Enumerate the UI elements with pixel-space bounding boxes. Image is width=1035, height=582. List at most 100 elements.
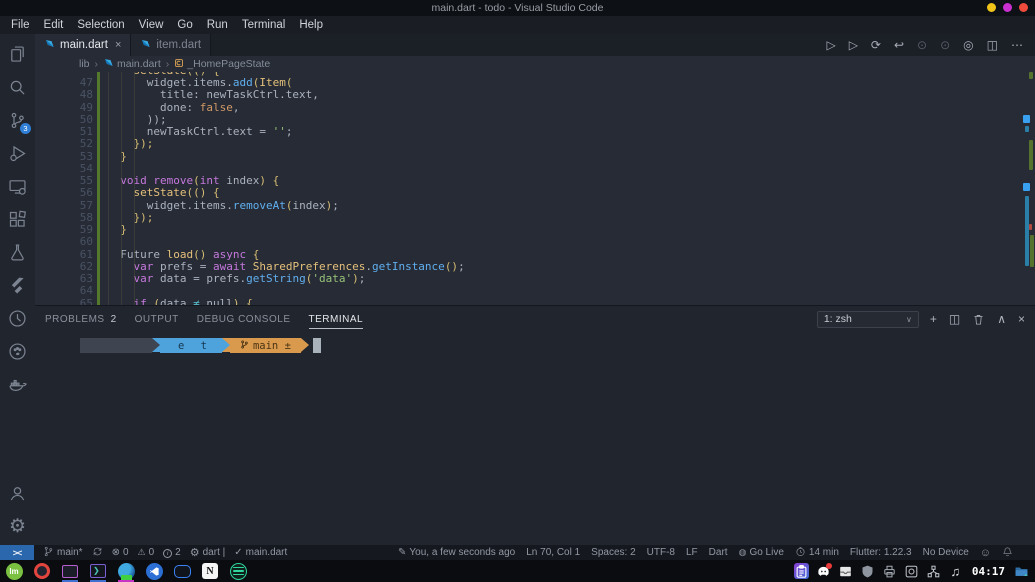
new-terminal-button[interactable]: + [930, 312, 937, 326]
mail-tray-icon[interactable] [837, 563, 854, 580]
feedback-button[interactable]: ☺ [980, 547, 991, 559]
code-editor[interactable]: setState(() {47 widget.items.add(Item(48… [35, 72, 1035, 305]
close-tab-icon[interactable]: × [115, 39, 121, 51]
breadcrumb-separator: › [166, 58, 170, 70]
errors-count[interactable]: ⊗0 [112, 547, 129, 558]
sync-status[interactable] [92, 546, 103, 560]
vscode-app-icon[interactable] [145, 562, 163, 580]
more-actions-button[interactable]: ⋯ [1011, 38, 1023, 52]
flutter-icon[interactable] [0, 269, 35, 302]
maximize-button[interactable] [1003, 3, 1012, 12]
panel-tab-problems[interactable]: PROBLEMS2 [45, 314, 117, 325]
blue-globe-app-icon[interactable] [117, 562, 135, 580]
status-label: LF [686, 547, 698, 558]
downloads-folder-icon[interactable] [1013, 563, 1030, 580]
tab-item.dart[interactable]: item.dart [131, 34, 211, 56]
eol[interactable]: LF [686, 547, 698, 558]
docker-icon[interactable] [0, 368, 35, 401]
music-tray-icon[interactable]: ♫ [947, 563, 964, 580]
overview-ruler[interactable] [1022, 72, 1035, 305]
gitlens-blame[interactable]: ✎You, a few seconds ago [398, 547, 515, 558]
menu-item-edit[interactable]: Edit [37, 19, 71, 31]
notifications-bell[interactable] [1002, 546, 1013, 560]
discord-tray-icon[interactable] [815, 563, 832, 580]
flutter-version[interactable]: Flutter: 1.22.3 [850, 547, 912, 558]
restart-button[interactable]: ⟳ [871, 38, 881, 52]
gamepad-app-icon[interactable] [173, 562, 191, 580]
code-line: 51 newTaskCtrl.text = ''; [35, 126, 1035, 138]
go-live[interactable]: ◍Go Live [739, 547, 784, 558]
source-control-icon[interactable]: 3 [0, 104, 35, 137]
explorer-icon[interactable] [0, 38, 35, 71]
remote-explorer-icon[interactable] [0, 170, 35, 203]
printer-tray-icon[interactable] [881, 563, 898, 580]
indentation[interactable]: Spaces: 2 [591, 547, 635, 558]
shield-tray-icon[interactable] [859, 563, 876, 580]
panel-tab-output[interactable]: OUTPUT [135, 314, 179, 325]
code-line: 63 var data = prefs.getString('data'); [35, 273, 1035, 285]
mint-menu-icon[interactable]: lm [5, 562, 23, 580]
cursor-position[interactable]: Ln 70, Col 1 [526, 547, 580, 558]
language-mode[interactable]: Dart [709, 547, 728, 558]
red-browser-icon[interactable] [33, 562, 51, 580]
breadcrumb-item-lib[interactable]: lib [79, 58, 90, 70]
gear-icon: ⚙ [190, 546, 200, 559]
extensions-icon[interactable] [0, 203, 35, 236]
file-manager-icon[interactable] [61, 562, 79, 580]
maximize-panel-button[interactable]: ∧ [997, 312, 1006, 326]
breadcrumb-item-main.dart[interactable]: main.dart [103, 57, 161, 71]
breadcrumb-label: _HomePageState [187, 58, 270, 70]
menu-item-run[interactable]: Run [200, 19, 235, 31]
terminal[interactable]: e tmain ± [35, 332, 1035, 545]
settings-gear-icon[interactable]: ⚙ [0, 510, 35, 543]
stopwatch-icon [795, 546, 806, 560]
test-beaker-icon[interactable] [0, 236, 35, 269]
close-panel-button[interactable]: × [1018, 312, 1025, 326]
panel-tab-label: DEBUG CONSOLE [197, 314, 291, 325]
dart-analysis[interactable]: ⚙dart | [190, 546, 225, 559]
split-terminal-button[interactable]: ◫ [949, 312, 960, 326]
editor-tab-strip: main.dart×item.dart ▷▷⟳↩⊙⊙◎◫⋯ [35, 34, 1035, 56]
history-clock-icon[interactable] [0, 302, 35, 335]
device-selector[interactable]: No Device [923, 547, 969, 558]
run-debug-icon[interactable] [0, 137, 35, 170]
notion-app-icon[interactable]: N [201, 562, 219, 580]
infos-count[interactable]: i2 [163, 547, 181, 558]
panel-tab-terminal[interactable]: TERMINAL [309, 314, 364, 325]
kill-terminal-button[interactable] [972, 313, 985, 326]
panel-tab-debug-console[interactable]: DEBUG CONSOLE [197, 314, 291, 325]
menu-item-file[interactable]: File [4, 19, 37, 31]
menu-item-view[interactable]: View [132, 19, 171, 31]
warnings-count[interactable]: ⚠0 [138, 547, 155, 558]
terminal-prompt: e tmain ± [80, 338, 321, 353]
terminal-app-icon[interactable]: ❯ [89, 562, 107, 580]
remote-indicator[interactable]: >< [0, 545, 34, 560]
network-tray-icon[interactable] [925, 563, 942, 580]
screenshot-tray-icon[interactable] [903, 563, 920, 580]
encoding[interactable]: UTF-8 [647, 547, 675, 558]
paw-icon[interactable] [0, 335, 35, 368]
run-button[interactable]: ▷ [826, 38, 835, 52]
menu-item-selection[interactable]: Selection [70, 19, 131, 31]
menu-item-terminal[interactable]: Terminal [235, 19, 292, 31]
clipboard-tray-icon[interactable] [793, 563, 810, 580]
time-tracker[interactable]: 14 min [795, 546, 839, 560]
run-and-debug-button[interactable]: ◎ [963, 38, 973, 52]
spotify-app-icon[interactable] [229, 562, 247, 580]
menu-item-help[interactable]: Help [292, 19, 330, 31]
breadcrumb[interactable]: lib›main.dart›_HomePageState [35, 56, 1035, 72]
terminal-selector[interactable]: 1: zsh ∨ [817, 311, 919, 328]
git-branch-status[interactable]: main* [43, 546, 83, 560]
tab-main.dart[interactable]: main.dart× [35, 34, 131, 56]
search-icon[interactable] [0, 71, 35, 104]
run-without-debug-button[interactable]: ▷ [849, 38, 858, 52]
split-editor-button[interactable]: ◫ [987, 38, 998, 52]
go-back-button[interactable]: ↩ [894, 38, 904, 52]
account-icon[interactable] [0, 477, 35, 510]
close-button[interactable] [1019, 3, 1028, 12]
minimize-button[interactable] [987, 3, 996, 12]
taskbar-clock[interactable]: 04:17 [972, 565, 1005, 578]
menu-item-go[interactable]: Go [170, 19, 199, 31]
analysis-file[interactable]: ✓main.dart [234, 547, 287, 558]
breadcrumb-item-_HomePageState[interactable]: _HomePageState [174, 58, 270, 71]
